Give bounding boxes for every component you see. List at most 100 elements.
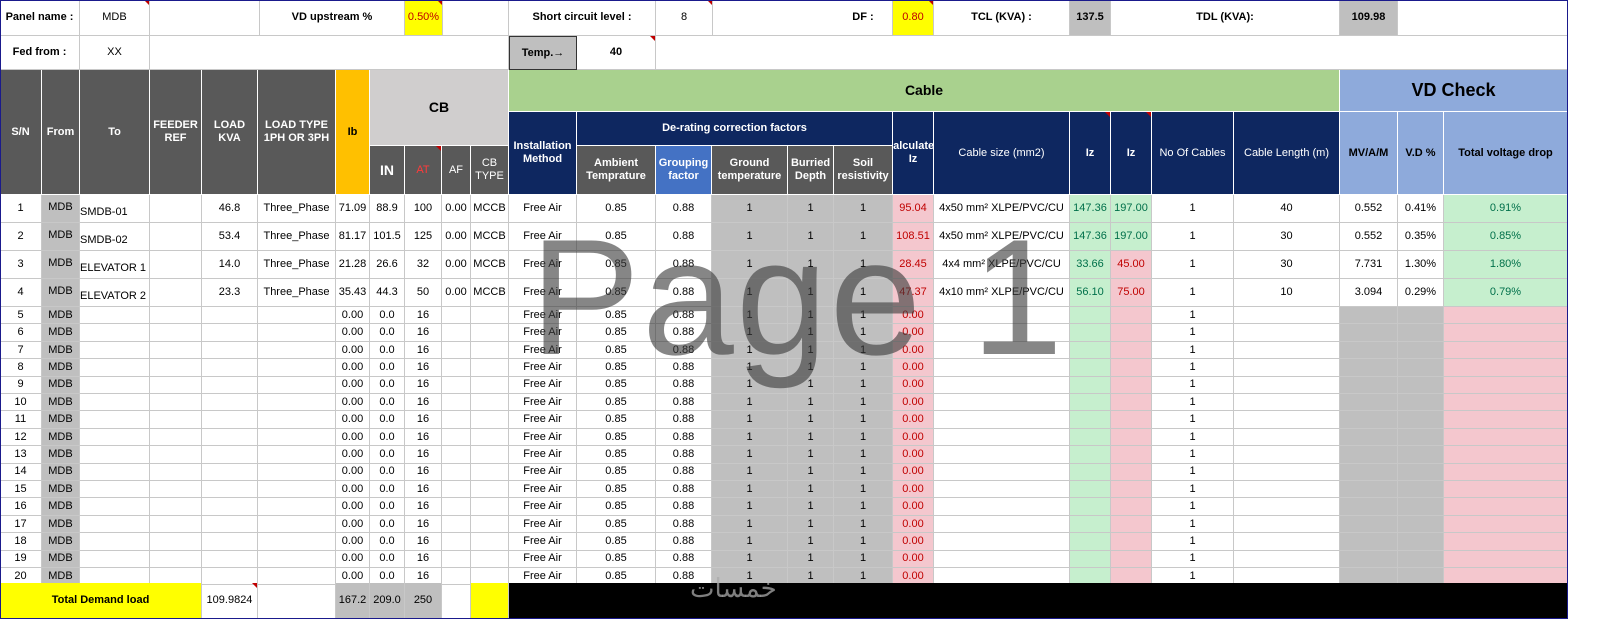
cable-length-cell[interactable] [1234, 307, 1340, 325]
to-cell[interactable] [80, 533, 150, 551]
cable-size-cell[interactable] [934, 446, 1070, 464]
cb-at-cell[interactable]: 16 [405, 394, 442, 412]
cb-at-cell[interactable]: 16 [405, 307, 442, 325]
load-type-cell[interactable] [258, 533, 336, 551]
cb-at-cell[interactable]: 16 [405, 376, 442, 394]
load-kva-cell[interactable] [202, 463, 258, 481]
cable-length-cell[interactable]: 40 [1234, 195, 1340, 223]
grouping-cell[interactable]: 0.88 [656, 550, 712, 568]
ib-cell[interactable]: 0.00 [336, 533, 370, 551]
load-type-cell[interactable]: Three_Phase [258, 195, 336, 223]
cable-size-cell[interactable] [934, 498, 1070, 516]
from-cell[interactable]: MDB [42, 307, 80, 325]
cable-size-cell[interactable] [934, 515, 1070, 534]
cable-length-cell[interactable] [1234, 446, 1340, 464]
cb-in-cell[interactable]: 0.0 [370, 481, 405, 499]
from-cell[interactable]: MDB [42, 550, 80, 568]
cb-in-cell[interactable]: 0.0 [370, 359, 405, 377]
vd-pct-cell[interactable] [1398, 515, 1444, 534]
from-cell[interactable]: MDB [42, 341, 80, 360]
cb-type-cell[interactable]: MCCB [471, 223, 509, 251]
calc-iz-cell[interactable]: 95.04 [893, 195, 934, 223]
soil-cell[interactable]: 1 [834, 411, 893, 429]
cb-type-cell[interactable]: MCCB [471, 251, 509, 279]
ground-temp-cell[interactable]: 1 [712, 394, 788, 412]
load-kva-cell[interactable]: 23.3 [202, 279, 258, 307]
soil-cell[interactable]: 1 [834, 515, 893, 534]
ground-temp-cell[interactable]: 1 [712, 446, 788, 464]
mv-cell[interactable] [1340, 394, 1398, 412]
cb-in-cell[interactable]: 0.0 [370, 324, 405, 342]
mv-cell[interactable] [1340, 376, 1398, 394]
no-cables-cell[interactable]: 1 [1152, 463, 1234, 481]
load-kva-cell[interactable] [202, 359, 258, 377]
to-cell[interactable] [80, 359, 150, 377]
ground-temp-cell[interactable]: 1 [712, 463, 788, 481]
no-cables-cell[interactable]: 1 [1152, 195, 1234, 223]
feeder-ref-cell[interactable] [150, 359, 202, 377]
ib-cell[interactable]: 0.00 [336, 411, 370, 429]
cable-length-cell[interactable]: 30 [1234, 251, 1340, 279]
soil-cell[interactable]: 1 [834, 359, 893, 377]
vd-pct-cell[interactable] [1398, 341, 1444, 360]
cb-type-cell[interactable] [471, 550, 509, 568]
cable-size-cell[interactable] [934, 394, 1070, 412]
mv-cell[interactable] [1340, 498, 1398, 516]
cb-af-cell[interactable] [442, 481, 471, 499]
ib-cell[interactable]: 0.00 [336, 515, 370, 534]
ground-temp-cell[interactable]: 1 [712, 411, 788, 429]
iz2-cell[interactable] [1111, 481, 1152, 499]
sn-cell[interactable]: 10 [0, 394, 42, 412]
cb-at-cell[interactable]: 16 [405, 463, 442, 481]
feeder-ref-cell[interactable] [150, 428, 202, 447]
ground-temp-cell[interactable]: 1 [712, 324, 788, 342]
cb-type-cell[interactable] [471, 324, 509, 342]
burried-depth-cell[interactable]: 1 [788, 376, 834, 394]
feeder-ref-cell[interactable] [150, 376, 202, 394]
cable-size-cell[interactable] [934, 481, 1070, 499]
no-cables-cell[interactable]: 1 [1152, 279, 1234, 307]
vd-pct-cell[interactable] [1398, 550, 1444, 568]
installation-cell[interactable]: Free Air [509, 446, 577, 464]
cb-at-cell[interactable]: 16 [405, 533, 442, 551]
temp-value[interactable]: 40 [577, 36, 656, 70]
grouping-cell[interactable]: 0.88 [656, 341, 712, 360]
mv-cell[interactable] [1340, 550, 1398, 568]
vd-pct-cell[interactable] [1398, 428, 1444, 447]
load-type-cell[interactable] [258, 324, 336, 342]
cb-af-cell[interactable] [442, 498, 471, 516]
ground-temp-cell[interactable]: 1 [712, 550, 788, 568]
burried-depth-cell[interactable]: 1 [788, 533, 834, 551]
cable-length-cell[interactable] [1234, 394, 1340, 412]
feeder-ref-cell[interactable] [150, 251, 202, 279]
cable-size-cell[interactable]: 4x50 mm² XLPE/PVC/CU [934, 223, 1070, 251]
iz2-cell[interactable]: 197.00 [1111, 223, 1152, 251]
iz2-cell[interactable] [1111, 550, 1152, 568]
cb-af-cell[interactable]: 0.00 [442, 279, 471, 307]
installation-cell[interactable]: Free Air [509, 376, 577, 394]
calc-iz-cell[interactable]: 0.00 [893, 550, 934, 568]
load-type-cell[interactable] [258, 307, 336, 325]
from-cell[interactable]: MDB [42, 394, 80, 412]
grouping-cell[interactable]: 0.88 [656, 498, 712, 516]
installation-cell[interactable]: Free Air [509, 463, 577, 481]
short-circuit-value[interactable]: 8 [656, 0, 713, 36]
feeder-ref-cell[interactable] [150, 498, 202, 516]
installation-cell[interactable]: Free Air [509, 550, 577, 568]
sn-cell[interactable]: 12 [0, 428, 42, 447]
iz1-cell[interactable] [1070, 341, 1111, 360]
mv-cell[interactable]: 0.552 [1340, 195, 1398, 223]
vd-pct-cell[interactable]: 0.29% [1398, 279, 1444, 307]
from-cell[interactable]: MDB [42, 359, 80, 377]
iz1-cell[interactable] [1070, 428, 1111, 447]
cable-length-cell[interactable]: 10 [1234, 279, 1340, 307]
burried-depth-cell[interactable]: 1 [788, 324, 834, 342]
load-kva-cell[interactable] [202, 394, 258, 412]
load-type-cell[interactable] [258, 428, 336, 447]
ib-cell[interactable]: 81.17 [336, 223, 370, 251]
cb-af-cell[interactable] [442, 324, 471, 342]
cb-af-cell[interactable] [442, 463, 471, 481]
sn-cell[interactable]: 14 [0, 463, 42, 481]
calc-iz-cell[interactable]: 0.00 [893, 341, 934, 360]
cable-length-cell[interactable] [1234, 533, 1340, 551]
